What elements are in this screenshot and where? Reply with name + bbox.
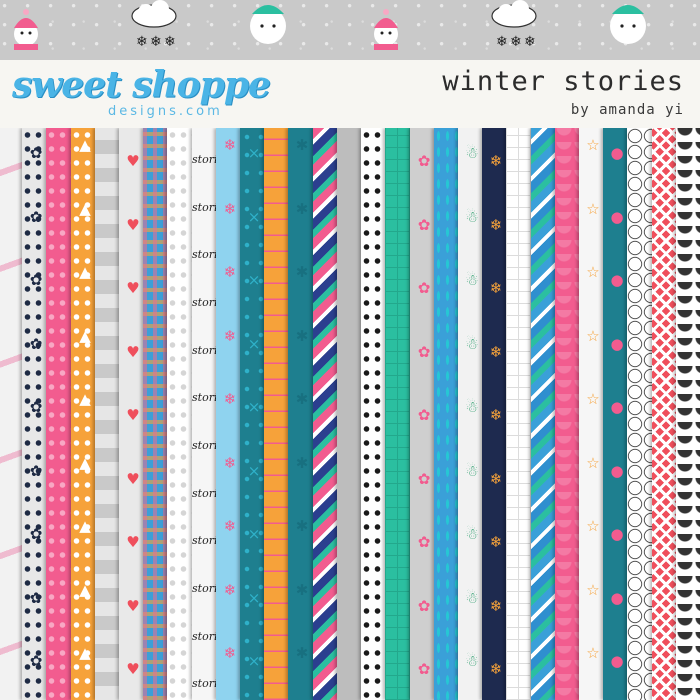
paper-strip-3 — [46, 128, 74, 700]
snowflake-icon: ❄ — [164, 33, 176, 49]
snowflake-icon: ❄ — [150, 33, 162, 49]
kit-author: by amanda yi — [570, 102, 684, 118]
snowflake-icon: ❄ — [524, 33, 536, 49]
paper-strip-8 — [167, 128, 195, 700]
paper-strip-22 — [506, 128, 534, 700]
starburst-icon: ✱ — [295, 263, 309, 282]
paper-strip-collage: ✿✿✿✿✿✿✿✿✿▲▲▲▲▲▲▲▲▲♥♥♥♥♥♥♥♥♥storiesstorie… — [0, 128, 700, 700]
snowman-banner: ❄ ❄ ❄ ❄ ❄ ❄ — [0, 0, 700, 60]
starburst-icon: ✱ — [295, 453, 309, 472]
starburst-icon: ✱ — [295, 517, 309, 536]
snowball-face-icon — [610, 5, 646, 44]
brand-logo[interactable]: sweet shoppe — [12, 64, 271, 106]
kit-title: winter stories — [442, 66, 684, 97]
starburst-icon: ✱ — [295, 580, 309, 599]
snowman-icon — [14, 9, 38, 50]
banner-pattern: ❄ ❄ ❄ ❄ ❄ ❄ — [14, 0, 646, 50]
cloud-icon — [491, 0, 537, 28]
snowman-icon — [374, 9, 398, 50]
paper-strip-29 — [676, 128, 700, 700]
paper-strip-13: ✱ ✱ ✱ ✱ ✱ ✱ ✱ ✱ ✱ — [288, 128, 316, 700]
paper-strip-17 — [385, 128, 413, 700]
snowflake-icon: ❄ — [136, 33, 148, 49]
starburst-icon: ✱ — [295, 644, 309, 663]
cloud-icon — [131, 0, 177, 28]
brand-logo-subtext: designs.com — [108, 104, 223, 119]
starburst-icon: ✱ — [295, 199, 309, 218]
starburst-icon: ✱ — [295, 326, 309, 345]
snowflake-icon: ❄ — [496, 33, 508, 49]
snowflake-icon: ❄ — [510, 33, 522, 49]
starburst-icon: ✱ — [295, 136, 309, 154]
snowball-face-icon — [250, 5, 286, 44]
starburst-icon: ✱ — [295, 390, 309, 409]
paper-strip-27 — [627, 128, 655, 700]
header: sweet shoppe designs.com winter stories … — [0, 60, 700, 128]
